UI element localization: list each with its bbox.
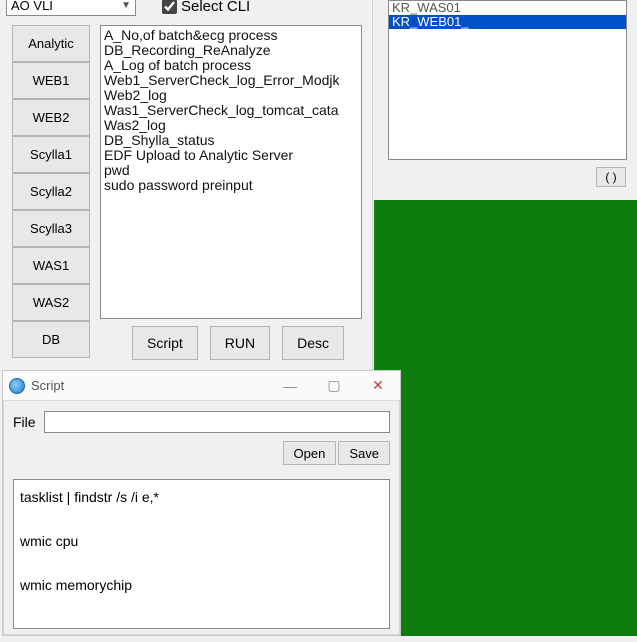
list-item[interactable]: A_Log of batch process xyxy=(104,58,358,73)
list-item[interactable]: DB_Recording_ReAnalyze xyxy=(104,43,358,58)
window-buttons: — ▢ ✕ xyxy=(268,371,400,401)
server-button-scylla2[interactable]: Scylla2 xyxy=(12,173,90,210)
close-icon[interactable]: ✕ xyxy=(356,371,400,401)
env-dropdown[interactable]: AO VLI ▼ xyxy=(6,0,136,16)
maximize-icon[interactable]: ▢ xyxy=(312,371,356,401)
server-button-web1[interactable]: WEB1 xyxy=(12,62,90,99)
list-item[interactable]: pwd xyxy=(104,163,358,178)
paren-button[interactable]: ( ) xyxy=(596,167,626,187)
env-dropdown-value: AO VLI xyxy=(11,0,53,13)
script-window: Script — ▢ ✕ File Open Save xyxy=(2,370,401,636)
server-button-was2[interactable]: WAS2 xyxy=(12,284,90,321)
server-button-scylla3[interactable]: Scylla3 xyxy=(12,210,90,247)
minimize-icon[interactable]: — xyxy=(268,371,312,401)
action-row: Script RUN Desc xyxy=(132,326,344,360)
select-cli-checkbox[interactable]: Select CLI xyxy=(162,0,250,15)
desc-button[interactable]: Desc xyxy=(282,326,344,360)
main-panel: AO VLI ▼ Select CLI Analytic WEB1 WEB2 S… xyxy=(0,0,373,370)
list-item[interactable]: Was2_log xyxy=(104,118,358,133)
list-item[interactable]: KR_WAS01 xyxy=(389,1,626,15)
open-button[interactable]: Open xyxy=(283,441,337,465)
file-row: File xyxy=(3,401,400,437)
terminal-area xyxy=(374,200,637,636)
list-item[interactable]: Web2_log xyxy=(104,88,358,103)
server-button-was1[interactable]: WAS1 xyxy=(12,247,90,284)
server-button-analytic[interactable]: Analytic xyxy=(12,25,90,62)
titlebar[interactable]: Script — ▢ ✕ xyxy=(3,371,400,401)
select-cli-label: Select CLI xyxy=(181,0,250,15)
server-button-column: Analytic WEB1 WEB2 Scylla1 Scylla2 Scyll… xyxy=(12,25,90,358)
open-save-row: Open Save xyxy=(3,437,400,469)
chevron-down-icon: ▼ xyxy=(121,0,131,11)
server-button-web2[interactable]: WEB2 xyxy=(12,99,90,136)
file-label: File xyxy=(13,414,36,430)
file-input[interactable] xyxy=(44,411,390,433)
script-textarea[interactable] xyxy=(13,479,390,629)
list-item[interactable]: sudo password preinput xyxy=(104,178,358,193)
run-button[interactable]: RUN xyxy=(210,326,270,360)
server-button-scylla1[interactable]: Scylla1 xyxy=(12,136,90,173)
app-icon xyxy=(9,378,25,394)
list-item[interactable]: Web1_ServerCheck_log_Error_Modjk xyxy=(104,73,358,88)
list-item[interactable]: EDF Upload to Analytic Server xyxy=(104,148,358,163)
save-button[interactable]: Save xyxy=(338,441,390,465)
script-button[interactable]: Script xyxy=(132,326,198,360)
window-title: Script xyxy=(31,378,64,393)
server-button-db[interactable]: DB xyxy=(12,321,90,358)
host-listbox[interactable]: KR_WAS01 KR_WEB01_ xyxy=(388,0,627,160)
select-cli-input[interactable] xyxy=(162,0,177,14)
list-item[interactable]: A_No,of batch&ecg process xyxy=(104,28,358,43)
command-listbox[interactable]: A_No,of batch&ecg process DB_Recording_R… xyxy=(100,25,362,319)
list-item[interactable]: Was1_ServerCheck_log_tomcat_cata xyxy=(104,103,358,118)
list-item[interactable]: DB_Shylla_status xyxy=(104,133,358,148)
list-item-selected[interactable]: KR_WEB01_ xyxy=(389,15,626,29)
